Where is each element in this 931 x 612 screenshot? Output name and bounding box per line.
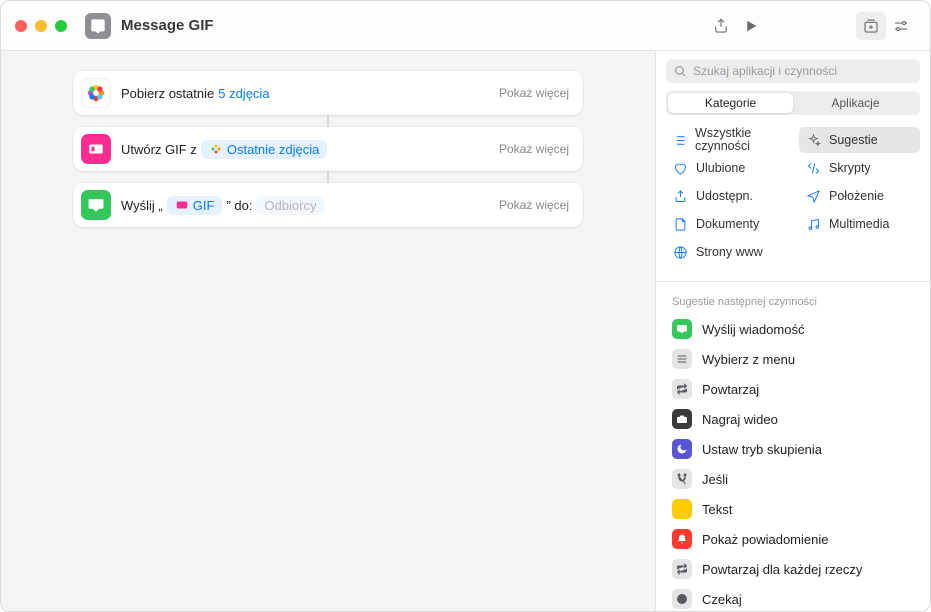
action-label: Wybierz z menu bbox=[702, 352, 795, 367]
show-more[interactable]: Pokaż więcej bbox=[499, 86, 569, 100]
heart-icon bbox=[672, 160, 688, 176]
action-item[interactable]: Tekst bbox=[656, 494, 930, 524]
sparkle-icon bbox=[805, 132, 821, 148]
gif-action-icon bbox=[81, 134, 111, 164]
recipients-field[interactable]: Odbiorcy bbox=[256, 196, 324, 215]
tab-categories[interactable]: Kategorie bbox=[668, 93, 793, 113]
messages-icon bbox=[81, 190, 111, 220]
action-label: Wyślij wiadomość bbox=[702, 322, 804, 337]
action-item[interactable]: Czekaj bbox=[656, 584, 930, 611]
titlebar: Message GIF bbox=[1, 1, 930, 51]
branch-icon bbox=[672, 469, 692, 489]
photos-icon bbox=[81, 78, 111, 108]
shortcut-canvas[interactable]: Pobierz ostatnie 5 zdjęcia Pokaż więcej … bbox=[1, 51, 655, 611]
step-label: ” do: bbox=[226, 198, 252, 213]
action-item[interactable]: Powtarzaj dla każdej rzeczy bbox=[656, 554, 930, 584]
connector bbox=[327, 171, 329, 183]
show-more[interactable]: Pokaż więcej bbox=[499, 198, 569, 212]
window-controls bbox=[15, 20, 67, 32]
action-label: Powtarzaj dla każdej rzeczy bbox=[702, 562, 862, 577]
category-suggestions[interactable]: Sugestie bbox=[799, 127, 920, 153]
category-web[interactable]: Strony www bbox=[666, 239, 787, 265]
menu-icon bbox=[672, 349, 692, 369]
step-get-latest-photos[interactable]: Pobierz ostatnie 5 zdjęcia Pokaż więcej bbox=[73, 71, 583, 115]
suggestions-header: Sugestie następnej czynności bbox=[656, 288, 930, 314]
action-label: Nagraj wideo bbox=[702, 412, 778, 427]
search-icon bbox=[674, 65, 687, 78]
category-all[interactable]: Wszystkie czynności bbox=[666, 127, 787, 153]
clock-icon bbox=[672, 589, 692, 609]
action-label: Tekst bbox=[702, 502, 732, 517]
action-item[interactable]: Wybierz z menu bbox=[656, 344, 930, 374]
location-icon bbox=[805, 188, 821, 204]
web-icon bbox=[672, 244, 688, 260]
list-icon bbox=[672, 132, 687, 148]
action-item[interactable]: Nagraj wideo bbox=[656, 404, 930, 434]
action-label: Ustaw tryb skupienia bbox=[702, 442, 822, 457]
tab-apps[interactable]: Aplikacje bbox=[793, 93, 918, 113]
repeat-icon bbox=[672, 379, 692, 399]
category-sharing[interactable]: Udostępn. bbox=[666, 183, 787, 209]
step-label: Utwórz GIF z bbox=[121, 142, 197, 157]
photo-count-token[interactable]: 5 zdjęcia bbox=[218, 84, 269, 103]
camera-icon bbox=[672, 409, 692, 429]
action-label: Pokaż powiadomienie bbox=[702, 532, 828, 547]
action-item[interactable]: Pokaż powiadomienie bbox=[656, 524, 930, 554]
category-documents[interactable]: Dokumenty bbox=[666, 211, 787, 237]
connector bbox=[327, 115, 329, 127]
shortcut-icon bbox=[85, 13, 111, 39]
action-item[interactable]: Ustaw tryb skupienia bbox=[656, 434, 930, 464]
document-icon bbox=[672, 216, 688, 232]
settings-button[interactable] bbox=[886, 12, 916, 40]
scripting-icon bbox=[805, 160, 821, 176]
close-window[interactable] bbox=[15, 20, 27, 32]
window-title: Message GIF bbox=[121, 17, 214, 34]
run-button[interactable] bbox=[736, 12, 766, 40]
zoom-window[interactable] bbox=[55, 20, 67, 32]
share-icon bbox=[672, 188, 688, 204]
text-icon bbox=[672, 499, 692, 519]
library-toggle[interactable] bbox=[856, 12, 886, 40]
show-more[interactable]: Pokaż więcej bbox=[499, 142, 569, 156]
category-media[interactable]: Multimedia bbox=[799, 211, 920, 237]
category-scripting[interactable]: Skrypty bbox=[799, 155, 920, 181]
bell-icon bbox=[672, 529, 692, 549]
category-grid: Wszystkie czynności Sugestie Ulubione Sk… bbox=[666, 127, 920, 265]
category-favorites[interactable]: Ulubione bbox=[666, 155, 787, 181]
step-make-gif[interactable]: Utwórz GIF z Ostatnie zdjęcia Pokaż więc… bbox=[73, 127, 583, 171]
step-send-message[interactable]: Wyślij „ GIF ” do: Odbiorcy Pokaż więcej bbox=[73, 183, 583, 227]
moon-icon bbox=[672, 439, 692, 459]
repeat-icon bbox=[672, 559, 692, 579]
search-field[interactable] bbox=[666, 59, 920, 83]
step-label: Pobierz ostatnie bbox=[121, 86, 214, 101]
category-location[interactable]: Położenie bbox=[799, 183, 920, 209]
library-tabs: Kategorie Aplikacje bbox=[666, 91, 920, 115]
action-item[interactable]: Wyślij wiadomość bbox=[656, 314, 930, 344]
minimize-window[interactable] bbox=[35, 20, 47, 32]
action-label: Powtarzaj bbox=[702, 382, 759, 397]
media-icon bbox=[805, 216, 821, 232]
action-item[interactable]: Powtarzaj bbox=[656, 374, 930, 404]
divider bbox=[656, 281, 930, 282]
action-item[interactable]: Jeśli bbox=[656, 464, 930, 494]
library-sidebar: Kategorie Aplikacje Wszystkie czynności … bbox=[655, 51, 930, 611]
search-input[interactable] bbox=[693, 64, 912, 78]
step-label: Wyślij „ bbox=[121, 198, 163, 213]
share-button[interactable] bbox=[706, 12, 736, 40]
app-window: Message GIF bbox=[0, 0, 931, 612]
latest-photos-token[interactable]: Ostatnie zdjęcia bbox=[201, 140, 328, 159]
action-label: Czekaj bbox=[702, 592, 742, 607]
action-label: Jeśli bbox=[702, 472, 728, 487]
action-list: Wyślij wiadomość Wybierz z menu Powtarza… bbox=[656, 314, 930, 611]
gif-variable-token[interactable]: GIF bbox=[167, 196, 223, 215]
message-icon bbox=[672, 319, 692, 339]
